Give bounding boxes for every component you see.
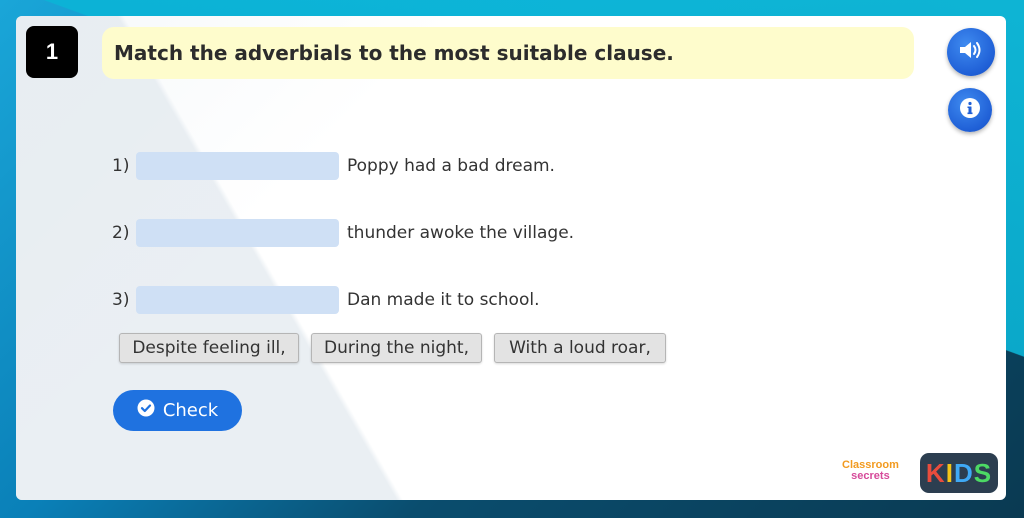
kids-letter: D xyxy=(953,457,974,488)
kids-logo: K I D S xyxy=(920,453,998,493)
clause-text: thunder awoke the village. xyxy=(347,223,575,243)
drop-slot-3[interactable] xyxy=(136,286,339,314)
classroom-secrets-logo: Classroom secrets xyxy=(842,460,899,482)
check-circle-icon xyxy=(137,399,155,422)
row-number: 3) xyxy=(112,290,130,310)
audio-button[interactable] xyxy=(947,28,995,76)
info-button[interactable] xyxy=(948,88,992,132)
check-button[interactable]: Check xyxy=(113,390,242,431)
check-button-label: Check xyxy=(162,400,219,421)
option-chip-during-the-night[interactable]: During the night, xyxy=(311,333,482,363)
row-number: 2) xyxy=(112,223,130,243)
row-number: 1) xyxy=(112,156,130,176)
question-text: Match the adverbials to the most suitabl… xyxy=(114,41,674,65)
option-chip-with-a-loud-roar[interactable]: With a loud roar, xyxy=(494,333,666,363)
speaker-icon xyxy=(958,39,984,65)
match-row-2: 2) thunder awoke the village. xyxy=(112,218,574,248)
kids-letter: S xyxy=(973,457,993,488)
clause-text: Dan made it to school. xyxy=(347,290,540,310)
match-row-1: 1) Poppy had a bad dream. xyxy=(112,151,555,181)
kids-letter: K xyxy=(925,457,946,488)
drop-slot-1[interactable] xyxy=(136,152,339,180)
question-number-badge: 1 xyxy=(26,26,78,78)
clause-text: Poppy had a bad dream. xyxy=(347,156,555,176)
logo-word-secrets: secrets xyxy=(851,470,890,482)
question-prompt: Match the adverbials to the most suitabl… xyxy=(102,27,914,79)
info-icon xyxy=(959,97,981,123)
option-chip-despite-feeling-ill[interactable]: Despite feeling ill, xyxy=(119,333,299,363)
kids-letter: I xyxy=(945,457,954,488)
match-row-3: 3) Dan made it to school. xyxy=(112,285,540,315)
drop-slot-2[interactable] xyxy=(136,219,339,247)
